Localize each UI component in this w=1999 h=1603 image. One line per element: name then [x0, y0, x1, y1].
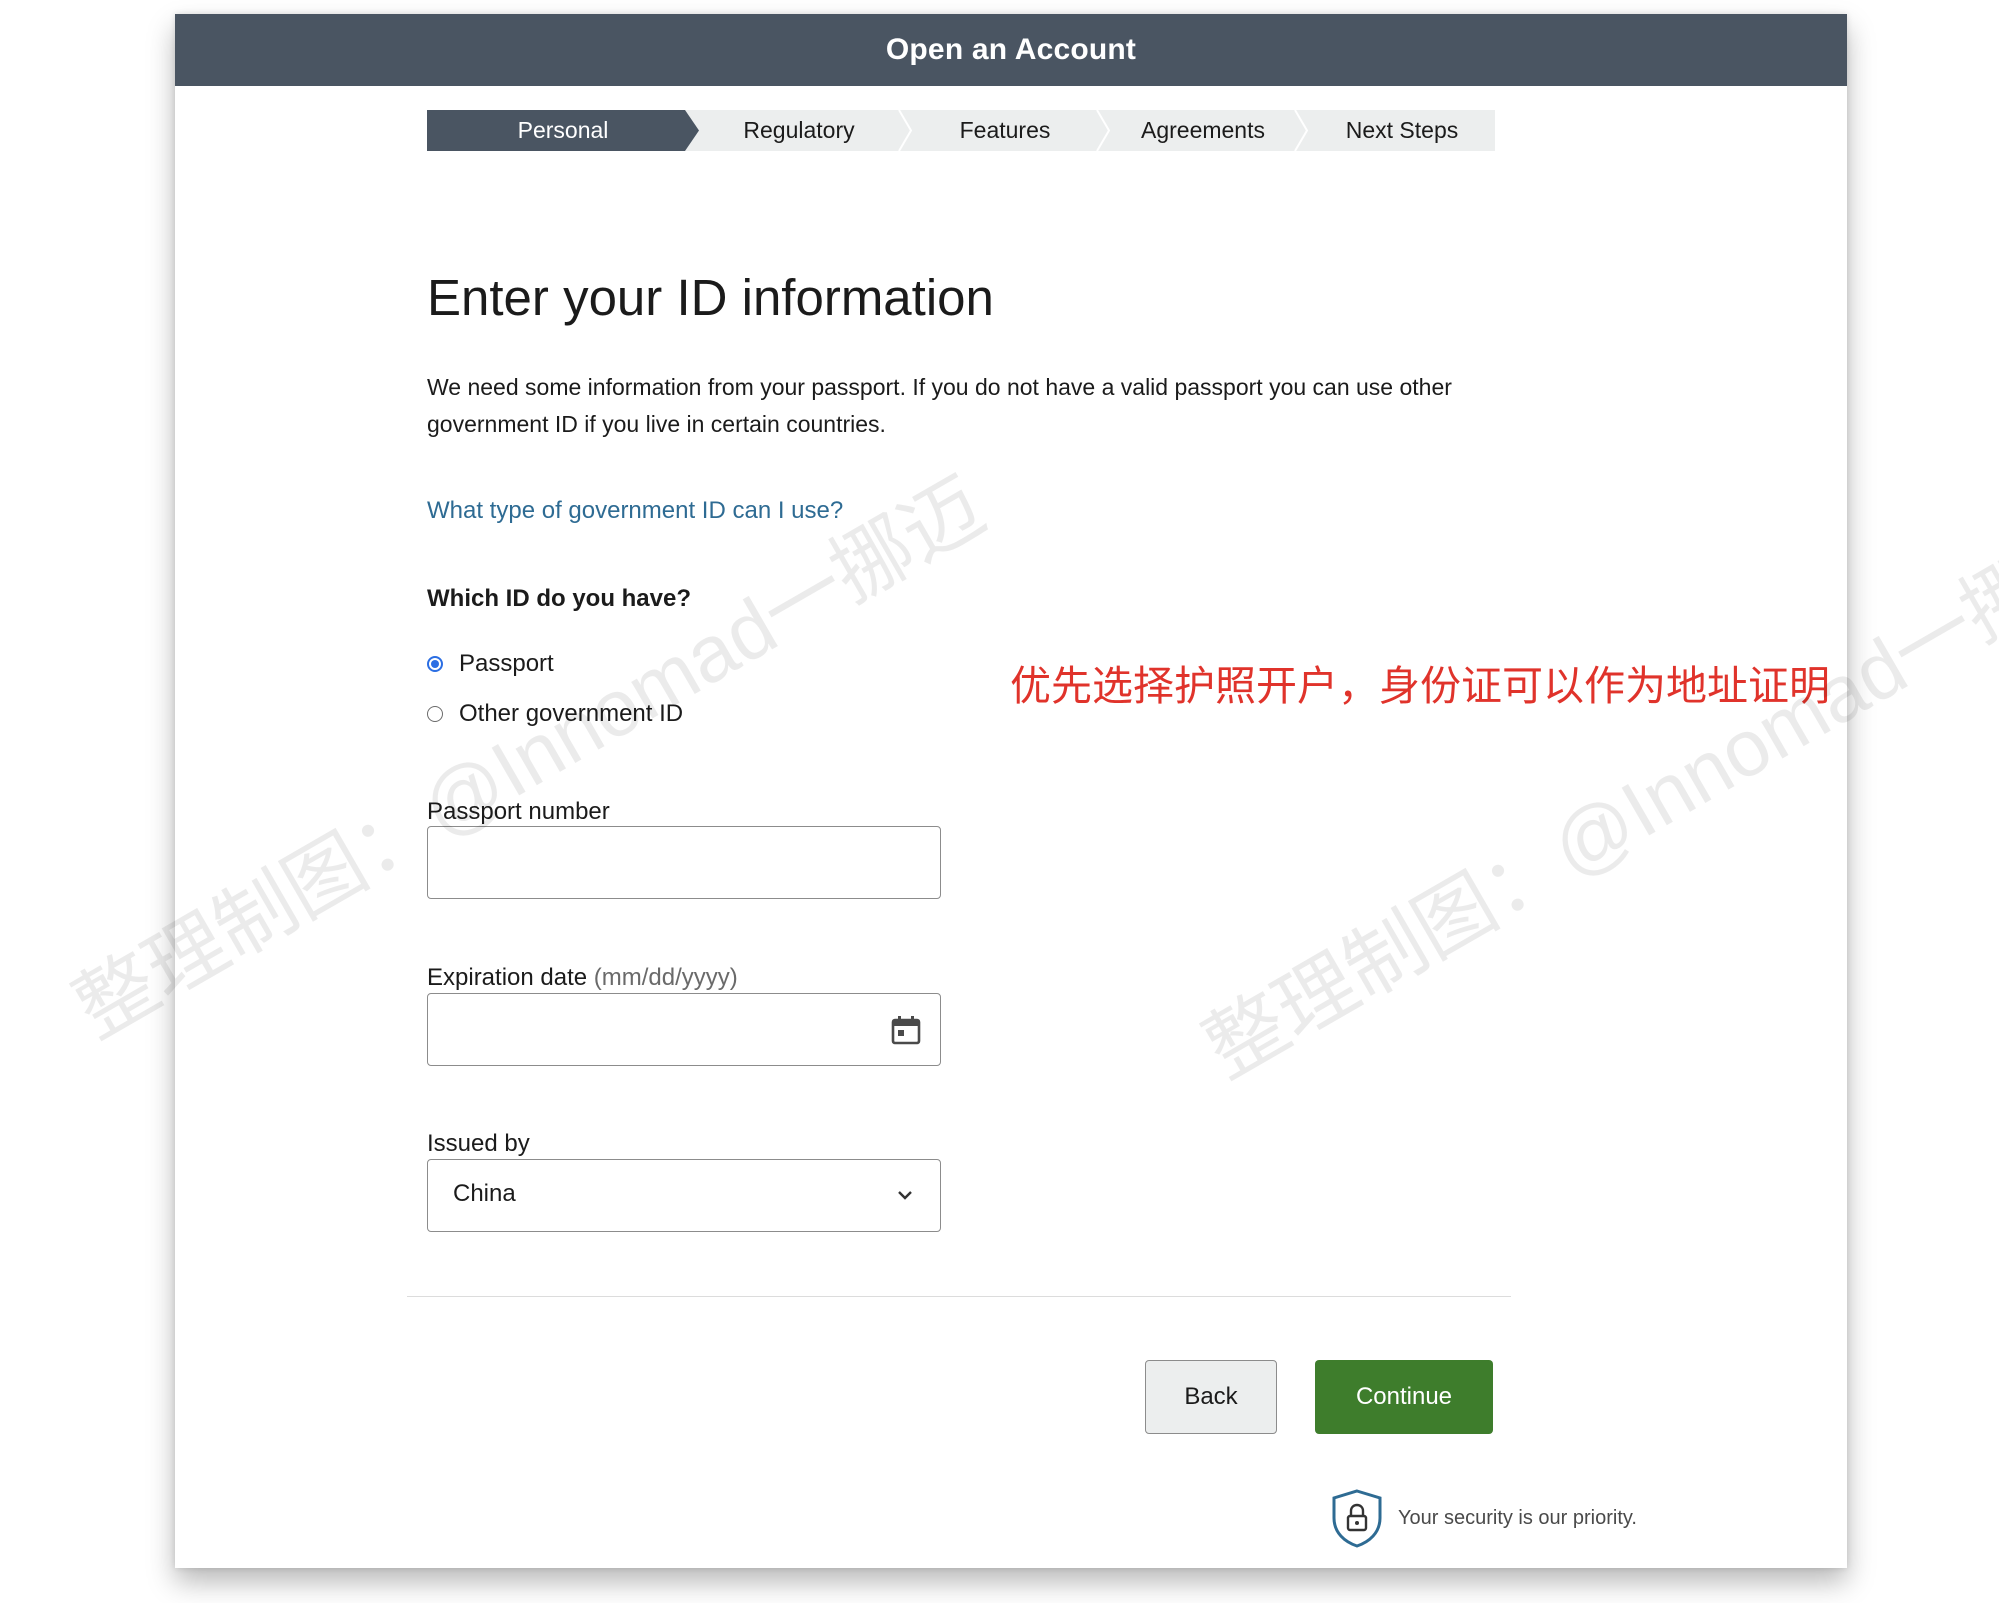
radio-button-checked[interactable] — [427, 656, 443, 672]
shield-lock-icon — [1332, 1489, 1382, 1548]
continue-button[interactable]: Continue — [1315, 1360, 1493, 1434]
id-question-label: Which ID do you have? — [427, 585, 692, 612]
step-label: Agreements — [1140, 117, 1265, 143]
expiration-date-label: Expiration date (mm/dd/yyyy) — [427, 964, 738, 992]
step-personal: Personal — [427, 110, 699, 151]
form-divider — [407, 1296, 1511, 1297]
issued-by-label: Issued by — [427, 1130, 530, 1157]
passport-number-label: Passport number — [427, 798, 610, 825]
radio-label: Passport — [459, 650, 554, 677]
expiration-date-input[interactable] — [427, 993, 941, 1066]
step-next-steps: Next Steps — [1309, 110, 1495, 151]
header-bar: Open an Account — [175, 14, 1847, 86]
step-label: Features — [959, 117, 1051, 143]
back-button[interactable]: Back — [1145, 1360, 1277, 1434]
step-separator-icon — [1096, 110, 1111, 151]
issued-by-selected-value: China — [453, 1180, 516, 1207]
intro-text: We need some information from your passp… — [427, 374, 1452, 437]
page-header-title: Open an Account — [885, 33, 1137, 66]
step-agreements: Agreements — [1111, 110, 1295, 151]
security-text: Your security is our priority. — [1398, 1506, 1637, 1529]
step-label: Personal — [517, 117, 609, 143]
step-regulatory: Regulatory — [699, 110, 899, 151]
step-separator-icon — [1294, 110, 1309, 151]
step-label: Regulatory — [743, 117, 855, 143]
calendar-icon[interactable] — [890, 1014, 922, 1046]
annotation-note: 优先选择护照开户，身份证可以作为地址证明 — [1010, 663, 1830, 709]
page-title: Enter your ID information — [427, 269, 994, 326]
expiration-date-label-text: Expiration date — [427, 964, 588, 991]
date-format-hint: (mm/dd/yyyy) — [593, 964, 738, 991]
step-label: Next Steps — [1345, 117, 1459, 143]
passport-number-input[interactable] — [427, 826, 941, 899]
radio-other-government-id[interactable]: Other government ID — [427, 700, 683, 728]
step-features: Features — [913, 110, 1097, 151]
issued-by-select[interactable]: China — [427, 1159, 941, 1232]
step-separator-icon — [898, 110, 913, 151]
radio-passport[interactable]: Passport — [427, 650, 554, 678]
radio-label: Other government ID — [459, 700, 684, 727]
radio-button[interactable] — [427, 706, 443, 722]
progress-steps: Personal Regulatory Features Agreements … — [427, 110, 1495, 151]
account-window: Open an Account Personal Regulatory Feat… — [175, 14, 1847, 1568]
government-id-help-link[interactable]: What type of government ID can I use? — [427, 497, 843, 525]
chevron-down-icon — [898, 1191, 912, 1200]
security-note: Your security is our priority. — [1330, 1488, 1637, 1548]
